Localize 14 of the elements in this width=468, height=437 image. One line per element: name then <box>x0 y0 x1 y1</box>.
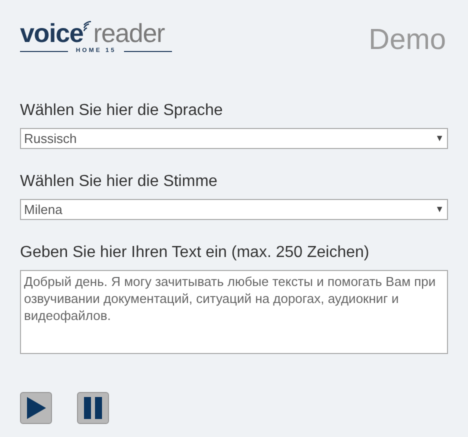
dropdown[interactable]: Milena ▼ <box>20 199 448 220</box>
pause-button[interactable] <box>77 392 109 424</box>
logo-word: reader <box>93 20 165 46</box>
sound-waves-icon <box>83 21 94 33</box>
field-label: Geben Sie hier Ihren Text ein (max. 250 Zeichen) <box>20 243 370 263</box>
logo-word: voice <box>20 20 84 46</box>
play-icon <box>26 397 46 419</box>
field-label: Wählen Sie hier die Sprache <box>20 101 224 121</box>
dropdown[interactable]: Russisch ▼ <box>20 128 448 149</box>
text-input-field[interactable]: Добрый день. Я могу зачитывать любые тексты и помогать Вам при озвучивании документаций, ситуаций на дорогах, аудиокниг и видеофайлов. <box>20 270 448 354</box>
page-heading: Demo <box>368 26 446 55</box>
field-label: Wählen Sie hier die Stimme <box>20 172 218 192</box>
pause-icon <box>84 397 102 419</box>
play-button[interactable] <box>20 392 52 424</box>
